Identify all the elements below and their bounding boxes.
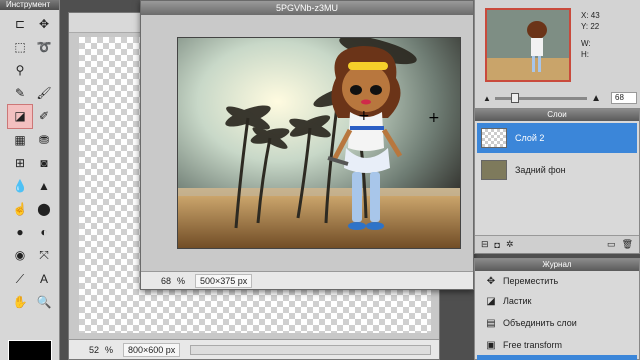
- layers-panel-title: Слои: [475, 109, 639, 121]
- wand-icon[interactable]: ⚲: [8, 58, 32, 81]
- history-item[interactable]: ✥ Переместить: [477, 271, 637, 291]
- document-front-statusbar: 68 % 500×375 px: [141, 271, 473, 289]
- history-item[interactable]: ▤ Объединить слои: [477, 313, 637, 333]
- layer-settings-icon[interactable]: ⊟: [481, 239, 489, 250]
- sharpen-icon[interactable]: ▲: [32, 174, 56, 197]
- layer-item[interactable]: Слой 2: [477, 123, 637, 153]
- beach-photo-with-avatar: + +: [178, 38, 460, 248]
- zoom-slider-knob[interactable]: [510, 92, 519, 103]
- document-front-dimensions: 500×375 px: [195, 273, 253, 288]
- zoom-slider-track[interactable]: [494, 92, 588, 103]
- history-item[interactable]: ▣ Free transform: [477, 335, 637, 355]
- document-back-zoom[interactable]: 52: [77, 345, 99, 355]
- document-front-title[interactable]: 5PGVNb-z3MU: [141, 1, 473, 15]
- zoom-icon[interactable]: 🔍: [32, 290, 56, 313]
- history-item-label: Объединить слои: [503, 318, 577, 328]
- merge-icon: ▤: [486, 317, 496, 329]
- svg-text:+: +: [358, 108, 370, 124]
- tools-panel-title: Инструмент: [0, 0, 59, 10]
- document-front-zoom-unit: %: [177, 275, 186, 286]
- layer-name: Задний фон: [515, 165, 566, 175]
- replace-color-icon[interactable]: ✐: [32, 105, 56, 128]
- layers-toolbar: ⊟ ◘ ✲ ▭ 🗑: [475, 235, 639, 253]
- burn-icon[interactable]: ●: [8, 221, 32, 244]
- history-panel-title: Журнал: [475, 259, 639, 271]
- move-icon[interactable]: ✥: [32, 12, 56, 35]
- history-item-label: Ластик: [503, 296, 532, 306]
- eraser-icon: ◪: [486, 295, 496, 307]
- crop-icon[interactable]: ⊏: [8, 12, 32, 35]
- primary-color-swatch[interactable]: [8, 340, 52, 360]
- layer-name: Слой 2: [515, 133, 545, 143]
- document-back-zoom-unit: %: [105, 344, 114, 355]
- eyedropper-icon[interactable]: ⟋: [8, 267, 32, 290]
- document-window-front[interactable]: 5PGVNb-z3MU + + 68 % 500×375 px: [140, 0, 474, 290]
- sponge-icon[interactable]: ⬤: [32, 198, 56, 221]
- eraser-icon[interactable]: ◪: [7, 103, 33, 129]
- marquee-icon[interactable]: ⬚: [8, 35, 32, 58]
- navigator-zoom-input[interactable]: 68: [611, 92, 637, 104]
- zoom-in-icon[interactable]: ▲: [591, 93, 601, 104]
- navigator-thumbnail[interactable]: [485, 8, 571, 82]
- history-item-label: Free transform: [503, 340, 563, 350]
- x-value: 43: [590, 11, 600, 20]
- dodge-icon[interactable]: ◐: [32, 221, 56, 244]
- navigator-panel: X: 43 Y: 22 W: H: ▲ ▲ 68: [474, 0, 640, 108]
- new-layer-icon[interactable]: ▭: [607, 239, 616, 250]
- document-back-dimensions: 800×600 px: [123, 342, 181, 357]
- text-icon[interactable]: A: [32, 267, 56, 290]
- x-label: X:: [581, 11, 589, 20]
- document-back-hscrollbar[interactable]: [190, 344, 431, 355]
- stamp-icon[interactable]: ⛃: [32, 128, 56, 151]
- transform-icon: ▣: [486, 339, 496, 351]
- delete-layer-icon[interactable]: 🗑: [622, 239, 633, 250]
- layer-item[interactable]: Задний фон: [477, 155, 637, 185]
- hand-icon[interactable]: ✋: [8, 290, 32, 313]
- layer-style-icon[interactable]: ✲: [506, 239, 514, 250]
- y-label: Y:: [581, 22, 589, 31]
- gradient-icon[interactable]: ▦: [8, 128, 32, 151]
- layers-panel: Слои Слой 2 Задний фон ⊟ ◘ ✲ ▭ 🗑: [474, 108, 640, 254]
- h-label: H:: [581, 50, 589, 59]
- smudge-icon[interactable]: ☝: [8, 198, 32, 221]
- bloat-icon[interactable]: ⤧: [32, 244, 56, 267]
- navigator-zoom-slider[interactable]: ▲ ▲: [483, 92, 601, 104]
- svg-text:+: +: [428, 110, 440, 126]
- drop-icon[interactable]: 💧: [8, 174, 32, 197]
- editor-stage: Инструмент ⊏ ✥ ⬚ ➰ ⚲ ✎ 🖌 ◪ ✐ ▦ ⛃ ⊞ ◙ 💧 ▲ ☝ ⬤ ● ◐ ◉ ⤧ ⟋ A ✋ 🔍 52 …: [0, 0, 640, 360]
- document-front-image[interactable]: + +: [177, 37, 461, 249]
- brush-icon[interactable]: 🖌: [32, 82, 56, 105]
- red-eye-icon[interactable]: ◉: [8, 244, 32, 267]
- history-item-label: Переместить: [503, 276, 559, 286]
- layer-thumbnail: [481, 160, 507, 180]
- y-value: 22: [590, 22, 600, 31]
- color-replace-icon[interactable]: ◙: [32, 151, 56, 174]
- history-panel: Журнал ✥ Переместить ◪ Ластик ▤ Объедини…: [474, 258, 640, 360]
- w-label: W:: [581, 39, 591, 48]
- navigator-coords: X: 43 Y: 22 W: H:: [581, 10, 600, 60]
- layer-thumbnail: [481, 128, 507, 148]
- history-item-current[interactable]: [477, 355, 637, 360]
- tools-panel: Инструмент ⊏ ✥ ⬚ ➰ ⚲ ✎ 🖌 ◪ ✐ ▦ ⛃ ⊞ ◙ 💧 ▲ ☝ ⬤ ● ◐ ◉ ⤧ ⟋ A ✋ 🔍: [0, 0, 60, 360]
- zoom-out-icon[interactable]: ▲: [483, 94, 491, 103]
- document-back-statusbar: 52 % 800×600 px: [69, 339, 439, 359]
- heal-icon[interactable]: ⊞: [8, 151, 32, 174]
- lasso-icon[interactable]: ➰: [32, 35, 56, 58]
- document-front-zoom[interactable]: 68: [149, 276, 171, 286]
- layer-mask-icon[interactable]: ◘: [495, 240, 500, 250]
- tools-grid: ⊏ ✥ ⬚ ➰ ⚲ ✎ 🖌 ◪ ✐ ▦ ⛃ ⊞ ◙ 💧 ▲ ☝ ⬤ ● ◐ ◉ ⤧ ⟋ A ✋ 🔍: [7, 12, 56, 313]
- history-item[interactable]: ◪ Ластик: [477, 291, 637, 311]
- pencil-icon[interactable]: ✎: [8, 82, 32, 105]
- move-icon: ✥: [486, 275, 496, 287]
